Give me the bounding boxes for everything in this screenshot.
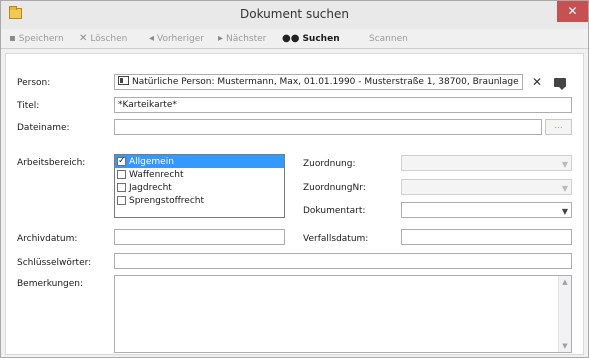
chevron-down-icon: ▼ xyxy=(561,184,568,193)
titel-field[interactable]: *Karteikarte* xyxy=(114,97,572,113)
item-label: Sprengstoffrecht xyxy=(129,195,205,206)
person-card-icon xyxy=(118,76,129,85)
person-field[interactable]: Natürliche Person: Mustermann, Max, 01.0… xyxy=(114,74,523,90)
close-button[interactable]: ✕ xyxy=(557,1,588,22)
zuordnung-select[interactable]: ▼ xyxy=(401,155,572,171)
item-label: Waffenrecht xyxy=(129,169,184,180)
arbeitsbereich-item-allgemein[interactable]: ✓ Allgemein xyxy=(115,155,284,168)
titel-label: Titel: xyxy=(17,101,40,111)
arrow-left-icon: ◂ xyxy=(149,32,155,44)
titel-value: *Karteikarte* xyxy=(118,100,177,110)
delete-icon: ✕ xyxy=(79,32,88,44)
schluesselwoerter-field[interactable] xyxy=(114,253,572,269)
chevron-down-icon: ▼ xyxy=(561,160,568,169)
comment-button[interactable] xyxy=(551,74,569,90)
item-label: Jagdrecht xyxy=(129,182,172,193)
zuordnung-label: Zuordnung: xyxy=(303,159,356,169)
previous-button[interactable]: ◂ Vorheriger xyxy=(149,31,204,46)
arbeitsbereich-item-sprengstoffrecht[interactable]: Sprengstoffrecht xyxy=(115,194,284,207)
search-label: Suchen xyxy=(302,33,340,44)
search-form-panel: Person: Natürliche Person: Mustermann, M… xyxy=(5,53,584,355)
checkbox[interactable] xyxy=(117,170,126,179)
verfallsdatum-field[interactable] xyxy=(401,229,572,245)
clear-person-button[interactable]: ✕ xyxy=(528,74,546,90)
scroll-down-icon[interactable]: ▼ xyxy=(559,340,571,352)
dokument-suchen-window: Dokument suchen ✕ ▪ Speichern ✕ Löschen … xyxy=(0,0,589,358)
archivdatum-field[interactable] xyxy=(114,229,285,245)
save-label: Speichern xyxy=(18,33,64,44)
dateiname-label: Dateiname: xyxy=(17,123,70,133)
binoculars-icon: ●● xyxy=(282,32,300,44)
next-button[interactable]: ▸ Nächster xyxy=(218,31,266,46)
bemerkungen-scrollbar[interactable]: ▲ ▼ xyxy=(558,276,571,352)
search-button[interactable]: ●● Suchen xyxy=(282,31,340,46)
person-label: Person: xyxy=(17,78,51,88)
toolbar: ▪ Speichern ✕ Löschen ◂ Vorheriger ▸ Näc… xyxy=(1,29,588,49)
bemerkungen-label: Bemerkungen: xyxy=(17,279,84,289)
arbeitsbereich-item-waffenrecht[interactable]: Waffenrecht xyxy=(115,168,284,181)
close-icon: ✕ xyxy=(531,75,543,89)
zuordnungnr-label: ZuordnungNr: xyxy=(303,183,366,193)
window-title: Dokument suchen xyxy=(239,7,349,21)
arbeitsbereich-item-jagdrecht[interactable]: Jagdrecht xyxy=(115,181,284,194)
bemerkungen-textarea[interactable]: ▲ ▼ xyxy=(114,275,572,353)
scan-label: Scannen xyxy=(369,33,408,44)
save-button[interactable]: ▪ Speichern xyxy=(9,31,64,46)
zuordnungnr-select[interactable]: ▼ xyxy=(401,179,572,195)
checkbox[interactable] xyxy=(117,196,126,205)
previous-label: Vorheriger xyxy=(157,33,204,44)
scan-button[interactable]: Scannen xyxy=(369,31,408,46)
verfallsdatum-label: Verfallsdatum: xyxy=(303,234,369,244)
dokumentart-select[interactable]: ▼ xyxy=(401,202,572,218)
browse-button[interactable]: ... xyxy=(545,119,572,135)
arbeitsbereich-label: Arbeitsbereich: xyxy=(17,158,86,168)
arbeitsbereich-listbox[interactable]: ✓ Allgemein Waffenrecht Jagdrecht Spreng… xyxy=(114,154,285,218)
delete-label: Löschen xyxy=(90,33,128,44)
checkbox-checked[interactable]: ✓ xyxy=(117,157,126,166)
archivdatum-label: Archivdatum: xyxy=(17,234,78,244)
scroll-up-icon[interactable]: ▲ xyxy=(559,276,571,288)
title-bar: Dokument suchen ✕ xyxy=(1,1,588,29)
checkbox[interactable] xyxy=(117,183,126,192)
item-label: Allgemein xyxy=(129,156,174,167)
arrow-right-icon: ▸ xyxy=(218,32,224,44)
comment-icon xyxy=(554,77,566,90)
dokumentart-label: Dokumentart: xyxy=(303,206,366,216)
chevron-down-icon: ▼ xyxy=(561,207,568,216)
save-icon: ▪ xyxy=(9,32,16,44)
person-value: Natürliche Person: Mustermann, Max, 01.0… xyxy=(132,77,519,87)
dateiname-field[interactable] xyxy=(114,119,542,135)
delete-button[interactable]: ✕ Löschen xyxy=(79,31,127,46)
schluesselwoerter-label: Schlüsselwörter: xyxy=(17,258,92,268)
next-label: Nächster xyxy=(226,33,267,44)
